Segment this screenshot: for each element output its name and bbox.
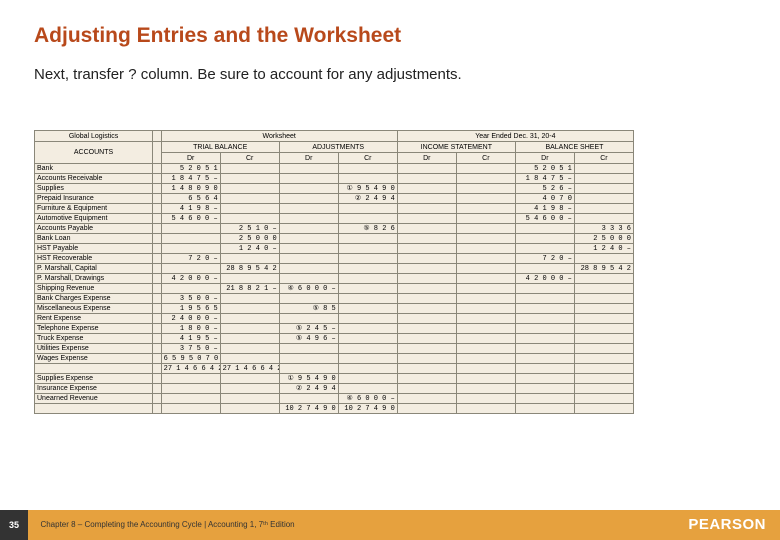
accounts-header: ACCOUNTS xyxy=(35,142,153,164)
table-row: Supplies1 4 8 0 9 0① 9 5 4 9 05 2 6 – xyxy=(35,184,634,194)
col-group-row: ACCOUNTS TRIAL BALANCE ADJUSTMENTS INCOM… xyxy=(35,142,634,153)
table-row: HST Payable1 2 4 0 –1 2 4 0 – xyxy=(35,244,634,254)
table-row: Accounts Payable2 5 1 0 –⑤ 8 2 63 3 3 6 xyxy=(35,224,634,234)
pearson-logo: PEARSON xyxy=(688,510,766,540)
table-row: Unearned Revenue④ 6 0 0 0 – xyxy=(35,394,634,404)
table-row: Automotive Equipment5 4 6 0 0 –5 4 6 0 0… xyxy=(35,214,634,224)
table-row: 27 1 4 6 6 4 227 1 4 6 6 4 2 xyxy=(35,364,634,374)
table-row: Bank Loan2 5 0 0 02 5 0 0 0 xyxy=(35,234,634,244)
col-group-trial-balance: TRIAL BALANCE xyxy=(161,142,279,153)
slide: Adjusting Entries and the Worksheet Next… xyxy=(0,0,780,540)
company-cell: Global Logistics xyxy=(35,131,153,142)
period-cell: Year Ended Dec. 31, 20-4 xyxy=(397,131,633,142)
worksheet-header-row: Global Logistics Worksheet Year Ended De… xyxy=(35,131,634,142)
table-row: Utilities Expense3 7 5 0 – xyxy=(35,344,634,354)
table-row: Telephone Expense1 8 0 0 –⑤ 2 4 5 – xyxy=(35,324,634,334)
table-row: P. Marshall, Drawings4 2 0 0 0 –4 2 0 0 … xyxy=(35,274,634,284)
table-row: Wages Expense6 5 9 5 0 7 0 xyxy=(35,354,634,364)
slide-title: Adjusting Entries and the Worksheet xyxy=(0,0,780,48)
table-row: Bank Charges Expense3 5 0 0 – xyxy=(35,294,634,304)
table-row: Truck Expense4 1 9 5 –⑤ 4 9 6 – xyxy=(35,334,634,344)
worksheet-container: Global Logistics Worksheet Year Ended De… xyxy=(34,130,634,414)
col-group-balance-sheet: BALANCE SHEET xyxy=(515,142,633,153)
footer-bar: 35 Chapter 8 – Completing the Accounting… xyxy=(0,510,780,540)
table-row: Supplies Expense① 9 5 4 9 0 xyxy=(35,374,634,384)
table-row: Furniture & Equipment4 1 9 8 –4 1 9 8 – xyxy=(35,204,634,214)
table-row: Insurance Expense② 2 4 9 4 xyxy=(35,384,634,394)
col-group-adjustments: ADJUSTMENTS xyxy=(279,142,397,153)
slide-subtitle: Next, transfer ? column. Be sure to acco… xyxy=(0,48,780,83)
page-number: 35 xyxy=(0,510,28,540)
worksheet-body: Bank5 2 0 5 15 2 0 5 1Accounts Receivabl… xyxy=(35,164,634,414)
chapter-text: Chapter 8 – Completing the Accounting Cy… xyxy=(32,510,294,540)
table-row: Accounts Receivable1 8 4 7 5 –1 8 4 7 5 … xyxy=(35,174,634,184)
table-row: Miscellaneous Expense1 9 5 6 5⑤ 8 5 xyxy=(35,304,634,314)
col-group-income-statement: INCOME STATEMENT xyxy=(397,142,515,153)
table-row: HST Recoverable7 2 0 –7 2 0 – xyxy=(35,254,634,264)
worksheet-table: Global Logistics Worksheet Year Ended De… xyxy=(34,130,634,414)
table-row: Bank5 2 0 5 15 2 0 5 1 xyxy=(35,164,634,174)
sheet-title-cell: Worksheet xyxy=(161,131,397,142)
table-row: 10 2 7 4 9 010 2 7 4 9 0 xyxy=(35,404,634,414)
table-row: Prepaid Insurance6 5 6 4② 2 4 9 44 0 7 0 xyxy=(35,194,634,204)
table-row: Shipping Revenue21 8 8 2 1 –④ 6 0 0 0 – xyxy=(35,284,634,294)
table-row: P. Marshall, Capital28 8 9 5 4 228 8 9 5… xyxy=(35,264,634,274)
table-row: Rent Expense2 4 0 0 0 – xyxy=(35,314,634,324)
